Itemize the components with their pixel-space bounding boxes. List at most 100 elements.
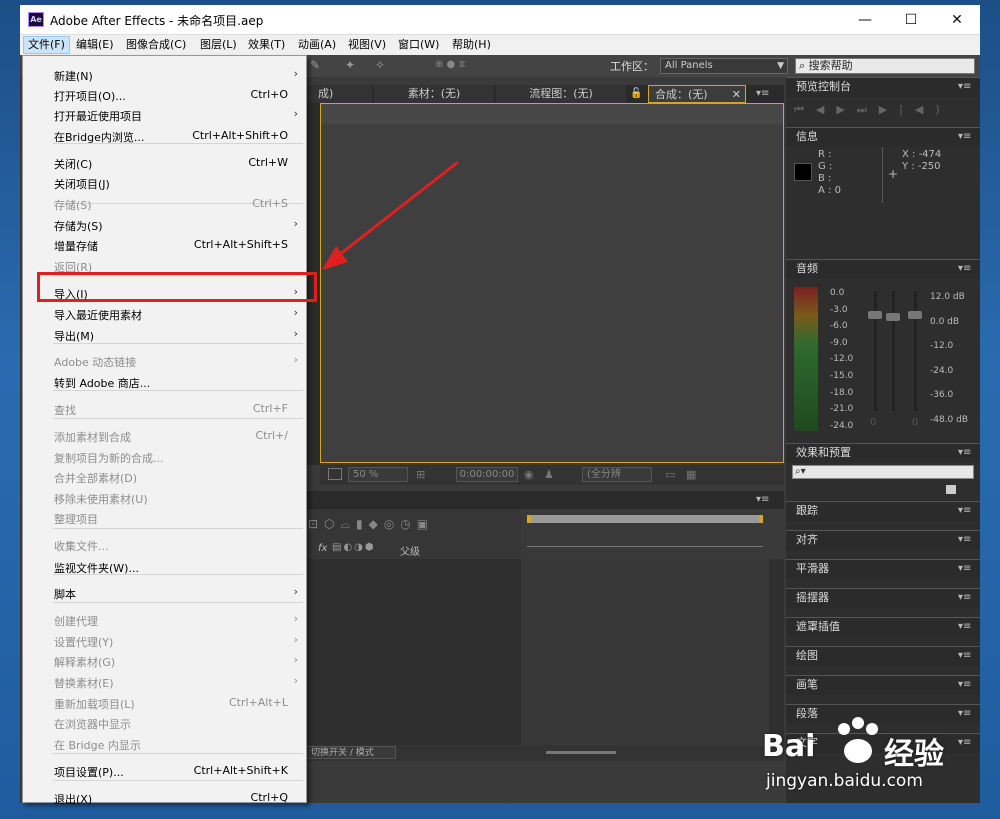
menu-edit[interactable]: 编辑(E)	[72, 37, 118, 53]
file-menu-item[interactable]: 存储为(S) ›	[23, 216, 306, 236]
preview-transport-icons[interactable]: ⏮◀▶⏭▶|◀)	[794, 103, 952, 117]
timeline-menu-icon[interactable]: ▾≡	[756, 491, 769, 509]
effects-panel-menu-icon[interactable]: ▾≡	[958, 444, 971, 462]
menu-animation[interactable]: 动画(A)	[294, 37, 340, 53]
menu-layer[interactable]: 图层(L)	[196, 37, 241, 53]
person-icon[interactable]: ♟	[544, 468, 554, 481]
file-menu-item[interactable]: 导入最近使用素材 ›	[23, 305, 306, 325]
menu-effect[interactable]: 效果(T)	[244, 37, 289, 53]
tab-composition[interactable]: 合成：(无) ✕	[648, 85, 746, 103]
search-help-input[interactable]: ⌕ 搜索帮助	[795, 58, 975, 74]
file-menu-item[interactable]: 监视文件夹(W)...	[23, 558, 306, 578]
work-area-bar[interactable]	[527, 515, 763, 523]
audio-slider-handle[interactable]	[886, 313, 900, 321]
audio-slider-right[interactable]	[914, 291, 917, 411]
preview-panel-menu-icon[interactable]: ▾≡	[958, 78, 971, 96]
info-panel-menu-icon[interactable]: ▾≡	[958, 128, 971, 146]
brush-panel-title[interactable]: 画笔	[796, 676, 818, 694]
lock-icon[interactable]: 🔓	[630, 85, 646, 103]
audio-panel-title[interactable]: 音频	[796, 260, 818, 278]
panel-menu-icon[interactable]: ▾≡	[756, 85, 769, 103]
transparency-grid-icon[interactable]: ▦	[686, 468, 696, 481]
audio-slider-mid[interactable]	[892, 291, 895, 411]
menu-view[interactable]: 视图(V)	[344, 37, 390, 53]
menu-item-label: 转到 Adobe 商店...	[54, 377, 151, 390]
menu-item-shortcut: Ctrl+O	[250, 88, 288, 101]
audio-panel-menu-icon[interactable]: ▾≡	[958, 260, 971, 278]
time-ruler[interactable]	[521, 509, 769, 559]
axis-mode-icons[interactable]: ⊕ ● ⧖	[435, 59, 495, 73]
new-folder-icon[interactable]	[946, 485, 956, 494]
align-panel-title[interactable]: 对齐	[796, 531, 818, 549]
zoom-slider[interactable]	[546, 751, 616, 754]
puppet-tool-icon[interactable]: ✦	[345, 58, 361, 72]
file-menu-item[interactable]: 在Bridge内浏览... Ctrl+Alt+Shift+O	[23, 127, 306, 147]
tracker-panel-title[interactable]: 跟踪	[796, 502, 818, 520]
close-button[interactable]: ✕	[934, 5, 980, 35]
wiggler-panel-title[interactable]: 摇摆器	[796, 589, 829, 607]
file-menu-item[interactable]: 退出(X) Ctrl+Q	[23, 789, 306, 809]
panel-menu-icon[interactable]: ▾≡	[958, 647, 971, 665]
effects-search-input[interactable]: ⌕▾	[792, 465, 974, 479]
maximize-button[interactable]: ☐	[888, 5, 934, 35]
file-menu-item[interactable]: 项目设置(P)... Ctrl+Alt+Shift+K	[23, 762, 306, 782]
timecode-display[interactable]: 0:00:00:00	[456, 467, 518, 482]
minimize-button[interactable]: —	[842, 5, 888, 35]
grid-icon[interactable]: ⊞	[416, 468, 425, 481]
smoother-panel-header: 平滑器 ▾≡	[786, 559, 980, 579]
file-menu-item[interactable]: 脚本 ›	[23, 584, 306, 604]
menu-window[interactable]: 窗口(W)	[394, 37, 443, 53]
audio-slider-left[interactable]	[874, 291, 877, 411]
mask-panel-title[interactable]: 遮罩插值	[796, 618, 840, 636]
fx-label: fx	[318, 543, 328, 554]
audio-right-tick: 12.0 dB	[930, 292, 965, 302]
panel-menu-icon[interactable]: ▾≡	[958, 502, 971, 520]
pin-tool-icon[interactable]: ✧	[375, 58, 391, 72]
smoother-panel-title[interactable]: 平滑器	[796, 560, 829, 578]
paint-panel-title[interactable]: 绘图	[796, 647, 818, 665]
zoom-select[interactable]: 50 %	[348, 467, 408, 482]
panel-menu-icon[interactable]: ▾≡	[958, 560, 971, 578]
audio-slider-handle[interactable]	[908, 311, 922, 319]
file-menu-item[interactable]: 打开项目(O)... Ctrl+O	[23, 86, 306, 106]
audio-left-tick: -6.0	[830, 321, 848, 332]
file-menu-item[interactable]: 转到 Adobe 商店...	[23, 373, 306, 393]
timeline-switch-icons[interactable]: ⊡⬡⌓▮◆◎◷▣	[308, 517, 434, 532]
file-menu-item: 替换素材(E) ›	[23, 673, 306, 693]
workspace-label: 工作区：	[610, 60, 654, 73]
toggle-modes-button[interactable]: 切换开关 / 模式	[306, 746, 396, 759]
preview-panel-title[interactable]: 预览控制台	[796, 78, 851, 96]
menu-composition[interactable]: 图像合成(C)	[122, 37, 190, 53]
file-menu-item[interactable]: 新建(N) ›	[23, 66, 306, 86]
file-menu-item[interactable]: 打开最近使用项目 ›	[23, 106, 306, 126]
effects-panel-title[interactable]: 效果和预置	[796, 444, 851, 462]
panel-menu-icon[interactable]: ▾≡	[958, 618, 971, 636]
tab-flowchart[interactable]: 流程图：(无)	[496, 85, 626, 103]
audio-level-meter	[794, 287, 818, 431]
watermark-brand: Bai	[762, 729, 816, 764]
resolution-select[interactable]: (全分辨	[582, 467, 652, 482]
tab-composition-left[interactable]: 成)	[306, 85, 372, 103]
tab-footage[interactable]: 素材：(无)	[374, 85, 494, 103]
timeline-track-area[interactable]	[521, 559, 769, 745]
menu-help[interactable]: 帮助(H)	[448, 37, 495, 53]
close-tab-icon[interactable]: ✕	[732, 86, 741, 104]
panel-menu-icon[interactable]: ▾≡	[958, 531, 971, 549]
camera-icon[interactable]: ◉	[524, 468, 534, 481]
file-menu-item[interactable]: 增量存储 Ctrl+Alt+Shift+S	[23, 236, 306, 256]
panel-menu-icon[interactable]: ▾≡	[958, 589, 971, 607]
audio-right-tick: -48.0 dB	[930, 414, 969, 425]
audio-slider-handle[interactable]	[868, 311, 882, 319]
layer-list[interactable]	[306, 559, 521, 745]
workspace-select[interactable]: All Panels ▼	[660, 58, 788, 74]
roi-icon[interactable]: ▭	[665, 468, 675, 481]
menu-file[interactable]: 文件(F)	[23, 36, 70, 54]
audio-zero-right: 0	[912, 417, 919, 428]
info-panel-title[interactable]: 信息	[796, 128, 818, 146]
panel-menu-icon[interactable]: ▾≡	[958, 676, 971, 694]
file-menu-item[interactable]: 关闭项目(J)	[23, 174, 306, 194]
pen-tool-icon[interactable]: ✎	[310, 58, 326, 72]
always-preview-icon[interactable]	[328, 468, 342, 480]
file-menu-item[interactable]: 关闭(C) Ctrl+W	[23, 154, 306, 174]
file-menu-item[interactable]: 导出(M) ›	[23, 326, 306, 346]
